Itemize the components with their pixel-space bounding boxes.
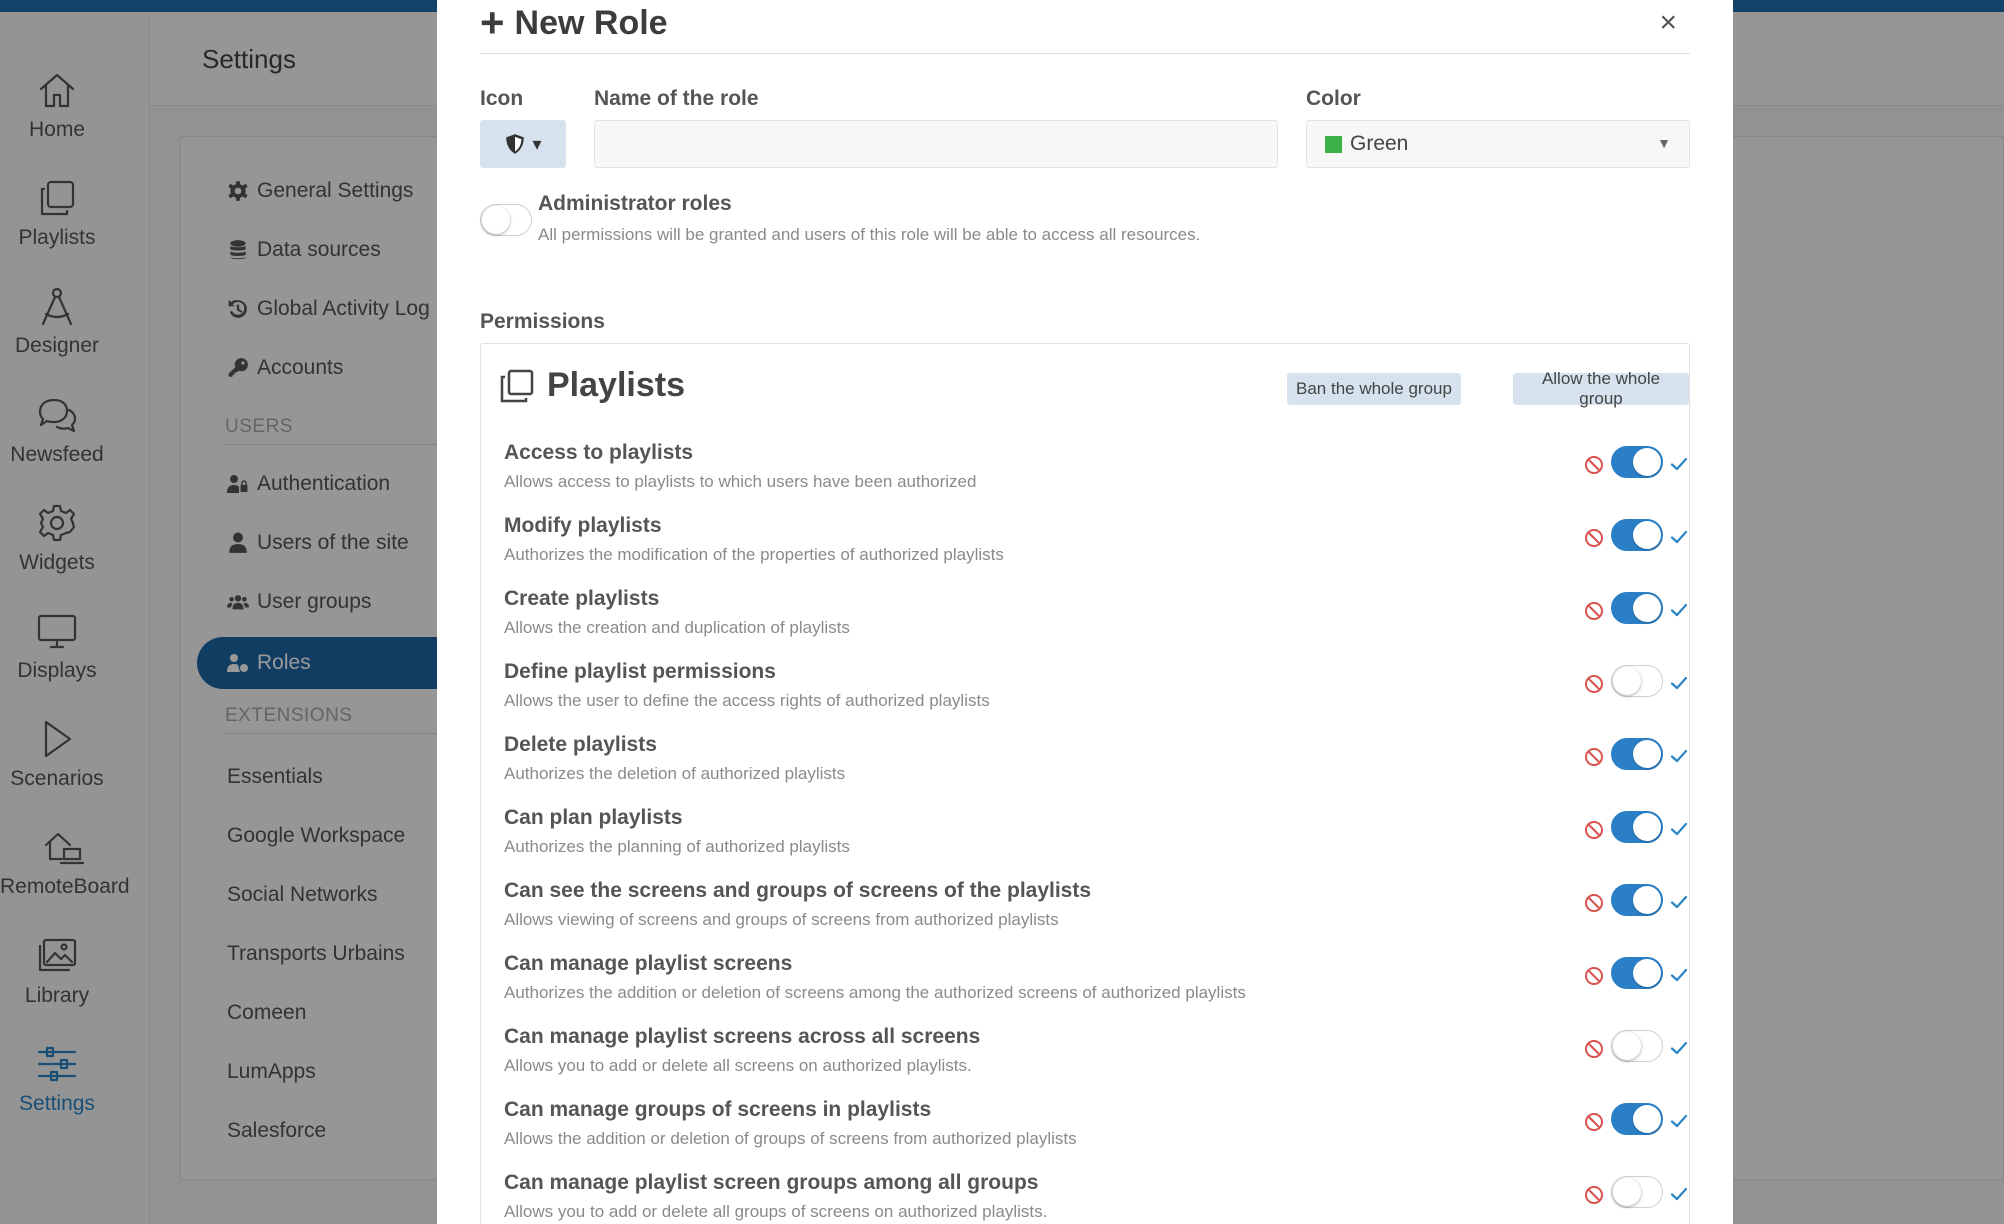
allow-whole-group-button[interactable]: Allow the whole group — [1513, 369, 1689, 408]
ban-icon[interactable] — [1584, 1185, 1604, 1205]
permission-desc: Allows you to add or delete all screens … — [504, 1056, 972, 1075]
close-button[interactable]: × — [1659, 6, 1677, 40]
ban-icon[interactable] — [1584, 747, 1604, 767]
permission-row: Access to playlists Allows access to pla… — [504, 441, 1688, 513]
permission-name: Define playlist permissions — [504, 660, 776, 683]
permission-desc: Allows the user to define the access rig… — [504, 691, 990, 710]
check-icon[interactable] — [1669, 1111, 1689, 1131]
permission-toggle[interactable] — [1611, 1176, 1663, 1208]
permission-row: Can see the screens and groups of screen… — [504, 879, 1688, 951]
permission-toggle[interactable] — [1611, 665, 1663, 697]
ban-icon[interactable] — [1584, 966, 1604, 986]
name-label: Name of the role — [594, 87, 759, 110]
permission-row: Can manage playlist screen groups among … — [504, 1171, 1688, 1224]
color-value: Green — [1350, 132, 1409, 155]
permission-row: Create playlists Allows the creation and… — [504, 587, 1688, 659]
permission-row: Can manage groups of screens in playlist… — [504, 1098, 1688, 1170]
permission-name: Can see the screens and groups of screen… — [504, 879, 1092, 902]
permission-desc: Authorizes the addition or deletion of s… — [504, 983, 1246, 1002]
permission-name: Can manage playlist screens — [504, 952, 793, 975]
group-title: Playlists — [547, 366, 685, 404]
permission-toggle[interactable] — [1611, 884, 1663, 916]
chevron-down-icon: ▼ — [1657, 135, 1671, 151]
permission-row: Can manage playlist screens Authorizes t… — [504, 952, 1688, 1024]
modal-divider — [480, 53, 1690, 54]
permission-group-playlists: Playlists Ban the whole group Allow the … — [480, 343, 1690, 1224]
permission-desc: Allows the creation and duplication of p… — [504, 618, 850, 637]
ban-icon[interactable] — [1584, 528, 1604, 548]
permission-toggle[interactable] — [1611, 1030, 1663, 1062]
permission-row: Can manage playlist screens across all s… — [504, 1025, 1688, 1097]
permission-row: Modify playlists Authorizes the modifica… — [504, 514, 1688, 586]
permission-toggle[interactable] — [1611, 738, 1663, 770]
permission-toggle[interactable] — [1611, 592, 1663, 624]
administrator-roles-title: Administrator roles — [538, 192, 732, 215]
permission-row: Define playlist permissions Allows the u… — [504, 660, 1688, 732]
permission-desc: Allows access to playlists to which user… — [504, 472, 977, 491]
check-icon[interactable] — [1669, 819, 1689, 839]
color-label: Color — [1306, 87, 1361, 110]
check-icon[interactable] — [1669, 892, 1689, 912]
check-icon[interactable] — [1669, 1038, 1689, 1058]
check-icon[interactable] — [1669, 965, 1689, 985]
administrator-roles-toggle[interactable] — [480, 204, 532, 236]
permission-desc: Allows you to add or delete all groups o… — [504, 1202, 1048, 1221]
ban-icon[interactable] — [1584, 455, 1604, 475]
permission-name: Access to playlists — [504, 441, 694, 464]
administrator-roles-desc: All permissions will be granted and user… — [538, 225, 1201, 244]
check-icon[interactable] — [1669, 746, 1689, 766]
plus-icon: + — [480, 0, 505, 46]
permission-desc: Allows the addition or deletion of group… — [504, 1129, 1077, 1148]
check-icon[interactable] — [1669, 454, 1689, 474]
permission-name: Modify playlists — [504, 514, 662, 537]
permission-row: Delete playlists Authorizes the deletion… — [504, 733, 1688, 805]
permission-desc: Authorizes the planning of authorized pl… — [504, 837, 850, 856]
check-icon[interactable] — [1669, 527, 1689, 547]
permissions-label: Permissions — [480, 310, 605, 333]
permission-desc: Authorizes the modification of the prope… — [504, 545, 1004, 564]
ban-icon[interactable] — [1584, 893, 1604, 913]
permission-toggle[interactable] — [1611, 1103, 1663, 1135]
ban-whole-group-button[interactable]: Ban the whole group — [1287, 373, 1461, 405]
modal-title: + New Role — [480, 2, 668, 44]
permission-name: Delete playlists — [504, 733, 657, 756]
check-icon[interactable] — [1669, 600, 1689, 620]
permission-name: Can manage playlist screen groups among … — [504, 1171, 1039, 1194]
permission-row: Can plan playlists Authorizes the planni… — [504, 806, 1688, 878]
color-select[interactable]: Green ▼ — [1306, 120, 1690, 168]
permission-toggle[interactable] — [1611, 957, 1663, 989]
ban-icon[interactable] — [1584, 1112, 1604, 1132]
ban-icon[interactable] — [1584, 674, 1604, 694]
permission-toggle[interactable] — [1611, 811, 1663, 843]
permission-name: Can manage playlist screens across all s… — [504, 1025, 981, 1048]
permission-name: Can manage groups of screens in playlist… — [504, 1098, 932, 1121]
check-icon[interactable] — [1669, 673, 1689, 693]
permission-toggle[interactable] — [1611, 519, 1663, 551]
permission-desc: Authorizes the deletion of authorized pl… — [504, 764, 846, 783]
check-icon[interactable] — [1669, 1184, 1689, 1204]
permission-name: Can plan playlists — [504, 806, 683, 829]
permission-toggle[interactable] — [1611, 446, 1663, 478]
ban-icon[interactable] — [1584, 601, 1604, 621]
shield-icon — [506, 134, 525, 154]
modal-title-text: New Role — [514, 3, 668, 42]
icon-picker-button[interactable]: ▾ — [480, 120, 566, 168]
permission-name: Create playlists — [504, 587, 660, 610]
ban-icon[interactable] — [1584, 820, 1604, 840]
icon-label: Icon — [480, 87, 524, 110]
caret-down-icon: ▾ — [532, 133, 542, 154]
ban-icon[interactable] — [1584, 1039, 1604, 1059]
new-role-modal: + New Role × Icon Name of the role Color… — [437, 0, 1733, 1224]
playlists-icon — [500, 369, 534, 403]
color-swatch — [1325, 135, 1342, 153]
role-name-input[interactable] — [594, 120, 1278, 168]
permission-desc: Allows viewing of screens and groups of … — [504, 910, 1059, 929]
